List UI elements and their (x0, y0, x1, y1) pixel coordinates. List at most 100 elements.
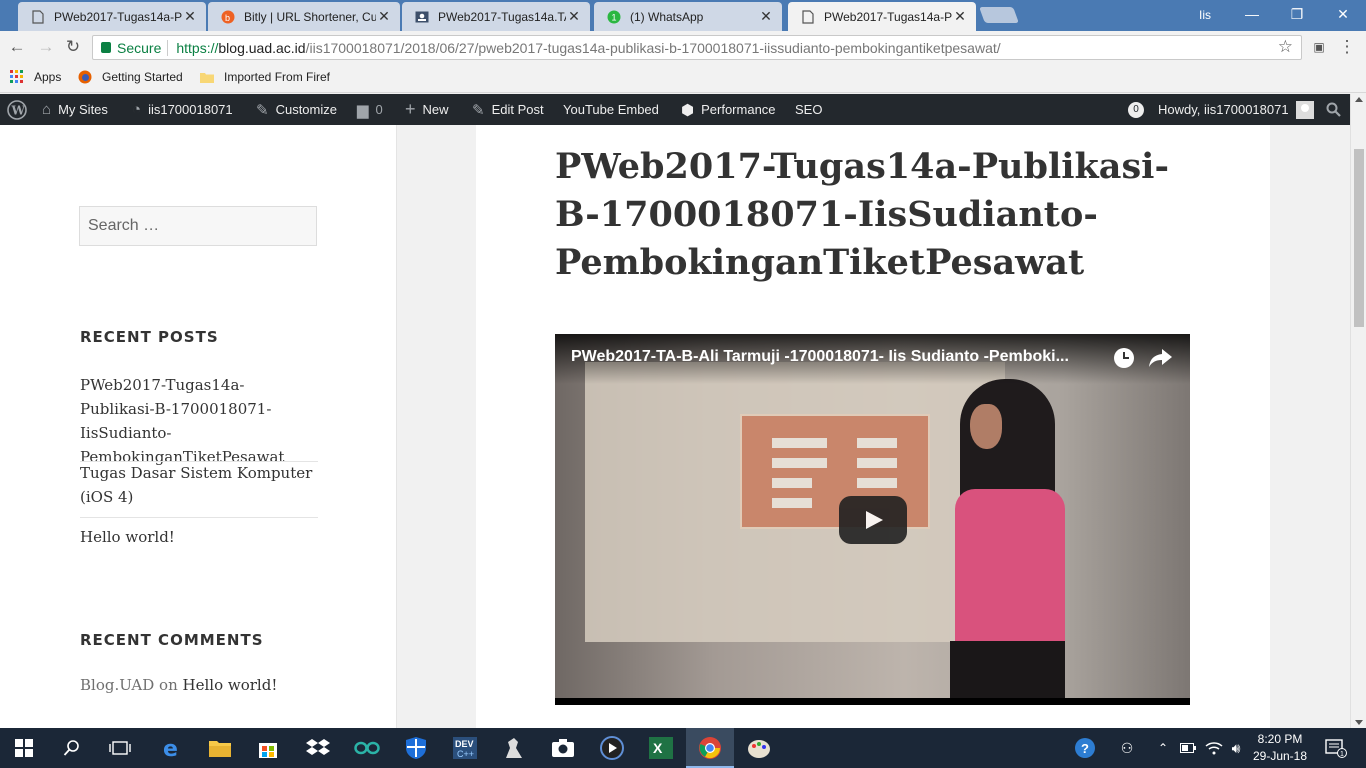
share-icon[interactable] (1148, 346, 1174, 370)
notification-badge[interactable]: 0 (1128, 101, 1144, 118)
bookmark-getting-started[interactable]: Getting Started (78, 70, 183, 84)
back-icon[interactable]: ← (6, 36, 28, 58)
forward-icon[interactable]: → (35, 36, 57, 58)
admin-site-name[interactable]: ◔ iis1700018071 (132, 94, 233, 125)
watch-later-icon[interactable] (1114, 348, 1134, 368)
excel-icon[interactable]: X (637, 728, 685, 768)
sidebar: RECENT POSTS PWeb2017-Tugas14a-Publikasi… (0, 125, 397, 728)
comment-post-link[interactable]: Hello world! (183, 676, 278, 694)
browser-tab[interactable]: PWeb2017-Tugas14a.TA- ✕ (402, 2, 590, 31)
youtube-video-embed[interactable]: PWeb2017-TA-B-Ali Tarmuji -1700018071- I… (555, 334, 1190, 705)
defender-icon[interactable] (392, 728, 440, 768)
admin-edit-post[interactable]: ✎ Edit Post (472, 94, 544, 125)
admin-label: iis1700018071 (148, 102, 233, 117)
recent-post-link[interactable]: PWeb2017-Tugas14a-Publikasi-B-1700018071… (80, 373, 318, 469)
clock-time: 8:20 PM (1257, 732, 1303, 746)
page-icon (800, 9, 816, 25)
help-icon[interactable]: ? (1072, 728, 1098, 768)
bookmark-apps[interactable]: Apps (10, 70, 61, 84)
file-explorer-icon[interactable] (196, 728, 244, 768)
search-taskbar-icon[interactable] (48, 728, 96, 768)
admin-youtube-embed[interactable]: YouTube Embed (563, 94, 659, 125)
avatar (1295, 100, 1314, 119)
paint-icon[interactable] (735, 728, 783, 768)
close-tab-icon[interactable]: ✕ (376, 8, 392, 25)
task-view-icon[interactable] (96, 728, 144, 768)
svg-text:W: W (11, 103, 26, 117)
scroll-down-arrow-icon[interactable] (1355, 720, 1363, 725)
edge-icon[interactable]: e (148, 728, 196, 768)
page-icon (30, 9, 46, 25)
recent-post-link[interactable]: Tugas Dasar Sistem Komputer (iOS 4) (80, 461, 318, 509)
browser-toolbar: ← → ↻ Secure https:// blog.uad.ac.id /ii… (0, 31, 1366, 63)
svg-text:DEV: DEV (455, 739, 474, 749)
wifi-icon[interactable] (1203, 728, 1225, 768)
url-host: blog.uad.ac.id (218, 39, 306, 56)
wordpress-logo-icon[interactable]: W (7, 94, 27, 125)
svg-text:1: 1 (612, 12, 617, 22)
bitly-icon: b (220, 9, 236, 25)
plus-icon: + (405, 99, 416, 119)
close-tab-icon[interactable]: ✕ (566, 8, 582, 25)
close-tab-icon[interactable]: ✕ (182, 8, 198, 25)
store-icon[interactable] (244, 728, 292, 768)
volume-icon[interactable]: 🔊︎ (1226, 728, 1246, 768)
new-tab-button[interactable] (979, 7, 1019, 23)
browser-tab-active[interactable]: PWeb2017-Tugas14a-Pul ✕ (788, 2, 976, 31)
close-tab-icon[interactable]: ✕ (952, 8, 968, 25)
arduino-icon[interactable] (343, 728, 391, 768)
chevron-up-icon[interactable]: ⌃ (1154, 728, 1172, 768)
minimize-icon[interactable]: — (1237, 3, 1267, 25)
address-bar[interactable]: Secure https:// blog.uad.ac.id /iis17000… (92, 35, 1302, 60)
admin-comments[interactable]: ▆ 0 (357, 94, 383, 125)
admin-customize[interactable]: ✎ Customize (256, 94, 337, 125)
dinosaur-app-icon[interactable] (490, 728, 538, 768)
admin-search-icon[interactable] (1326, 94, 1342, 125)
system-clock[interactable]: 8:20 PM 29-Jun-18 (1250, 731, 1310, 765)
secure-indicator[interactable]: Secure (101, 40, 161, 56)
profile-name[interactable]: Iis (1199, 8, 1211, 22)
media-player-icon[interactable] (588, 728, 636, 768)
bookmark-folder-imported[interactable]: Imported From Firef (200, 70, 330, 84)
browser-tab[interactable]: 1 (1) WhatsApp ✕ (594, 2, 782, 31)
bookmark-star-icon[interactable]: ☆ (1278, 37, 1293, 57)
admin-account[interactable]: 0 Howdy, iis1700018071 (1128, 94, 1314, 125)
chrome-taskbar-icon[interactable] (686, 728, 734, 768)
page-content: RECENT POSTS PWeb2017-Tugas14a-Publikasi… (0, 125, 1350, 728)
admin-new[interactable]: + New (405, 94, 449, 125)
performance-icon: ⬢ (681, 101, 695, 119)
close-window-icon[interactable]: ✕ (1328, 3, 1358, 25)
battery-icon[interactable] (1178, 728, 1198, 768)
page-scrollbar[interactable] (1350, 94, 1366, 728)
video-title[interactable]: PWeb2017-TA-B-Ali Tarmuji -1700018071- I… (571, 348, 1101, 366)
admin-my-sites[interactable]: ⌂ My Sites (42, 94, 108, 125)
scroll-up-arrow-icon[interactable] (1355, 97, 1363, 102)
video-bottom-bar (555, 698, 1190, 705)
admin-seo[interactable]: SEO (795, 94, 822, 125)
camera-icon[interactable] (539, 728, 587, 768)
browser-tab[interactable]: PWeb2017-Tugas14a-Publ ✕ (18, 2, 206, 31)
play-button[interactable] (839, 496, 907, 544)
search-input[interactable] (79, 206, 317, 246)
close-tab-icon[interactable]: ✕ (758, 8, 774, 25)
browser-tab[interactable]: b Bitly | URL Shortener, Cus ✕ (208, 2, 400, 31)
admin-label: SEO (795, 102, 823, 117)
tab-title: (1) WhatsApp (630, 9, 704, 24)
presenter (950, 379, 1070, 705)
extension-icon[interactable]: ▣ (1308, 36, 1330, 58)
reload-icon[interactable]: ↻ (62, 36, 84, 58)
my-sites-icon: ⌂ (42, 101, 52, 118)
maximize-icon[interactable]: ❐ (1282, 3, 1312, 25)
folder-icon (200, 70, 214, 84)
action-center-icon[interactable]: 1 (1322, 728, 1350, 768)
people-icon[interactable]: ⚇ (1116, 728, 1138, 768)
dev-cpp-icon[interactable]: DEV C++ (441, 728, 489, 768)
start-button[interactable] (0, 728, 48, 768)
recent-post-link[interactable]: Hello world! (80, 525, 318, 549)
chrome-menu-icon[interactable]: ⋮ (1336, 36, 1358, 58)
svg-text:X: X (653, 740, 663, 756)
dropbox-icon[interactable] (294, 728, 342, 768)
scroll-thumb[interactable] (1354, 149, 1364, 327)
lock-icon (101, 42, 111, 53)
admin-performance[interactable]: ⬢ Performance (681, 94, 776, 125)
